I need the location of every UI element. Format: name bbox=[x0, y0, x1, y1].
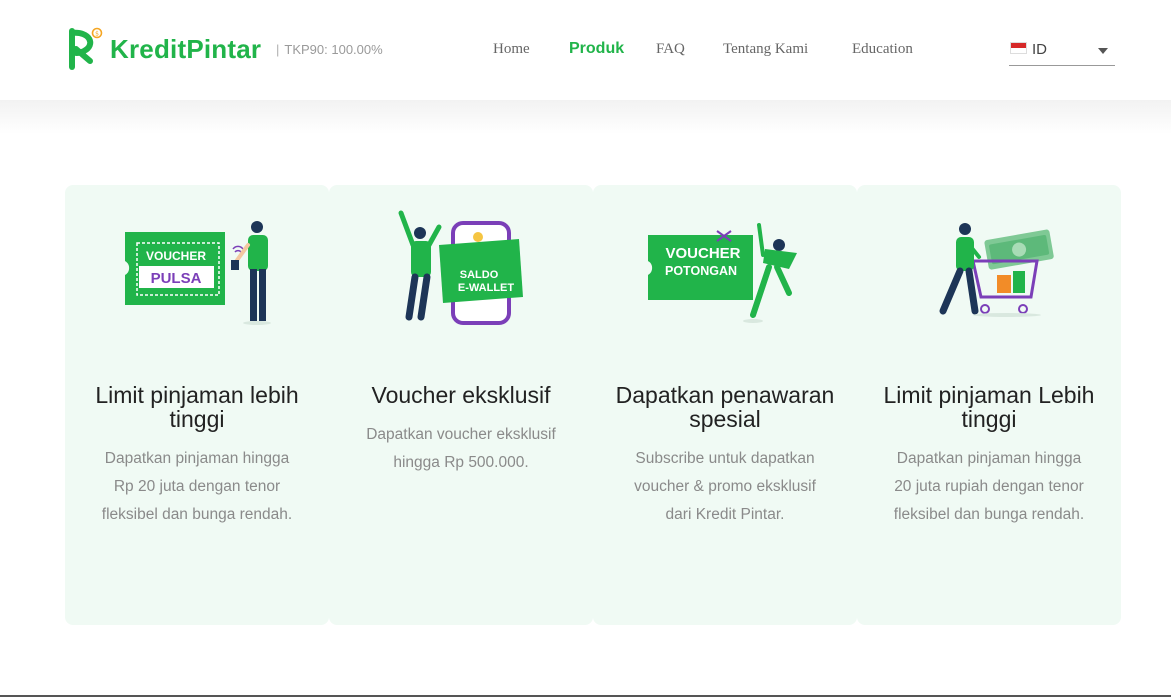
indonesia-flag-icon bbox=[1010, 42, 1027, 54]
card-title: Dapatkan penawaran spesial bbox=[615, 382, 835, 432]
card-title: Limit pinjaman Lebih tinggi bbox=[883, 382, 1095, 432]
language-selected: ID bbox=[1032, 41, 1047, 58]
card-description: Dapatkan pinjaman hingga 20 juta rupiah … bbox=[893, 450, 1085, 523]
wallet-line2: E-WALLET bbox=[458, 282, 514, 294]
card-description: Subscribe untuk dapatkan voucher & promo… bbox=[634, 450, 816, 523]
voucher-line1: VOUCHER bbox=[146, 249, 206, 263]
voucher-line1: VOUCHER bbox=[665, 245, 740, 262]
language-select[interactable]: ID bbox=[1009, 38, 1115, 66]
card-description: Dapatkan pinjaman hingga Rp 20 juta deng… bbox=[101, 450, 293, 523]
card-title: Voucher eksklusif bbox=[371, 382, 551, 408]
nav-education[interactable]: Education bbox=[852, 41, 913, 58]
voucher-line2: POTONGAN bbox=[665, 264, 737, 278]
tkp90-indicator: | TKP90: 100.00% bbox=[276, 42, 383, 57]
shopping-cart-money-illustration bbox=[939, 223, 1054, 317]
voucher-potongan-illustration: VOUCHER POTONGAN bbox=[648, 223, 797, 323]
wallet-line1: SALDO bbox=[460, 269, 499, 281]
logo-link[interactable]: $ KreditPintar bbox=[64, 27, 261, 71]
product-card-voucher: SALDO E-WALLET Voucher eksklusif Dapatka… bbox=[329, 185, 593, 625]
nav-faq[interactable]: FAQ bbox=[656, 41, 685, 58]
product-card-penawaran: VOUCHER POTONGAN Dapatkan penawaran spes… bbox=[593, 185, 857, 625]
nav-home[interactable]: Home bbox=[493, 41, 530, 58]
logo-text: KreditPintar bbox=[110, 33, 262, 64]
kredit-pintar-logo-icon: $ bbox=[69, 27, 103, 70]
header-shadow bbox=[0, 100, 1171, 134]
card-description: Dapatkan voucher eksklusif hingga Rp 500… bbox=[366, 426, 556, 471]
tkp-separator: | bbox=[276, 42, 280, 57]
saldo-ewallet-illustration: SALDO E-WALLET bbox=[398, 210, 523, 325]
caret-down-icon bbox=[1098, 48, 1108, 54]
product-card-limit-lebih: Limit pinjaman Lebih tinggi Dapatkan pin… bbox=[857, 185, 1121, 625]
nav-tentang-kami[interactable]: Tentang Kami bbox=[723, 41, 808, 58]
voucher-pulsa-illustration: VOUCHER PULSA bbox=[125, 221, 271, 325]
site-header: $ KreditPintar | TKP90: 100.00% Home Prod… bbox=[0, 0, 1171, 100]
svg-text:$: $ bbox=[95, 31, 99, 38]
card-title: Limit pinjaman lebih tinggi bbox=[95, 382, 299, 432]
nav-produk[interactable]: Produk bbox=[569, 40, 624, 58]
tkp90-value: TKP90: 100.00% bbox=[284, 42, 383, 57]
voucher-line2: PULSA bbox=[151, 270, 202, 287]
product-card-limit: VOUCHER PULSA Limit pinjaman lebih tingg… bbox=[65, 185, 329, 625]
